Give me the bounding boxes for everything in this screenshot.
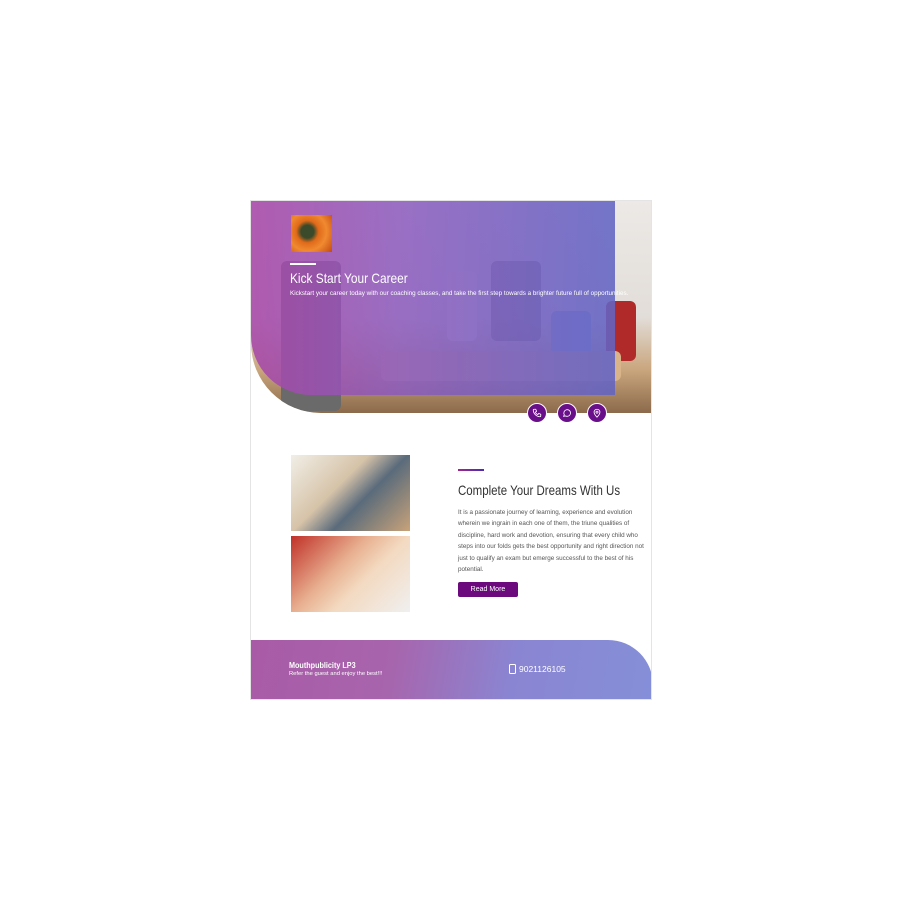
footer: Mouthpublicity LP3 Refer the guest and e… xyxy=(251,640,651,699)
whatsapp-icon[interactable] xyxy=(557,403,577,423)
mobile-phone-icon xyxy=(509,664,516,674)
about-body: It is a passionate journey of learning, … xyxy=(458,509,644,574)
phone-icon[interactable] xyxy=(527,403,547,423)
title-accent-bar xyxy=(290,263,316,265)
read-more-button[interactable]: Read More xyxy=(458,582,518,597)
brand-logo xyxy=(291,215,332,252)
footer-brand: Mouthpublicity LP3 xyxy=(289,660,356,670)
section-accent-bar xyxy=(458,469,484,471)
hero-subtitle: Kickstart your career today with our coa… xyxy=(290,290,629,297)
contact-icons xyxy=(527,403,607,423)
footer-phone-number: 9021126105 xyxy=(519,664,566,674)
landing-card: Kick Start Your Career Kickstart your ca… xyxy=(250,200,652,700)
footer-phone[interactable]: 9021126105 xyxy=(509,664,566,674)
hero-title: Kick Start Your Career xyxy=(290,270,408,286)
footer-tagline: Refer the guest and enjoy the best!!! xyxy=(289,671,383,677)
hero-section: Kick Start Your Career Kickstart your ca… xyxy=(251,201,651,413)
location-pin-icon[interactable] xyxy=(587,403,607,423)
about-title: Complete Your Dreams With Us xyxy=(458,482,621,498)
students-reading-image xyxy=(291,455,410,531)
child-writing-image xyxy=(291,536,410,612)
